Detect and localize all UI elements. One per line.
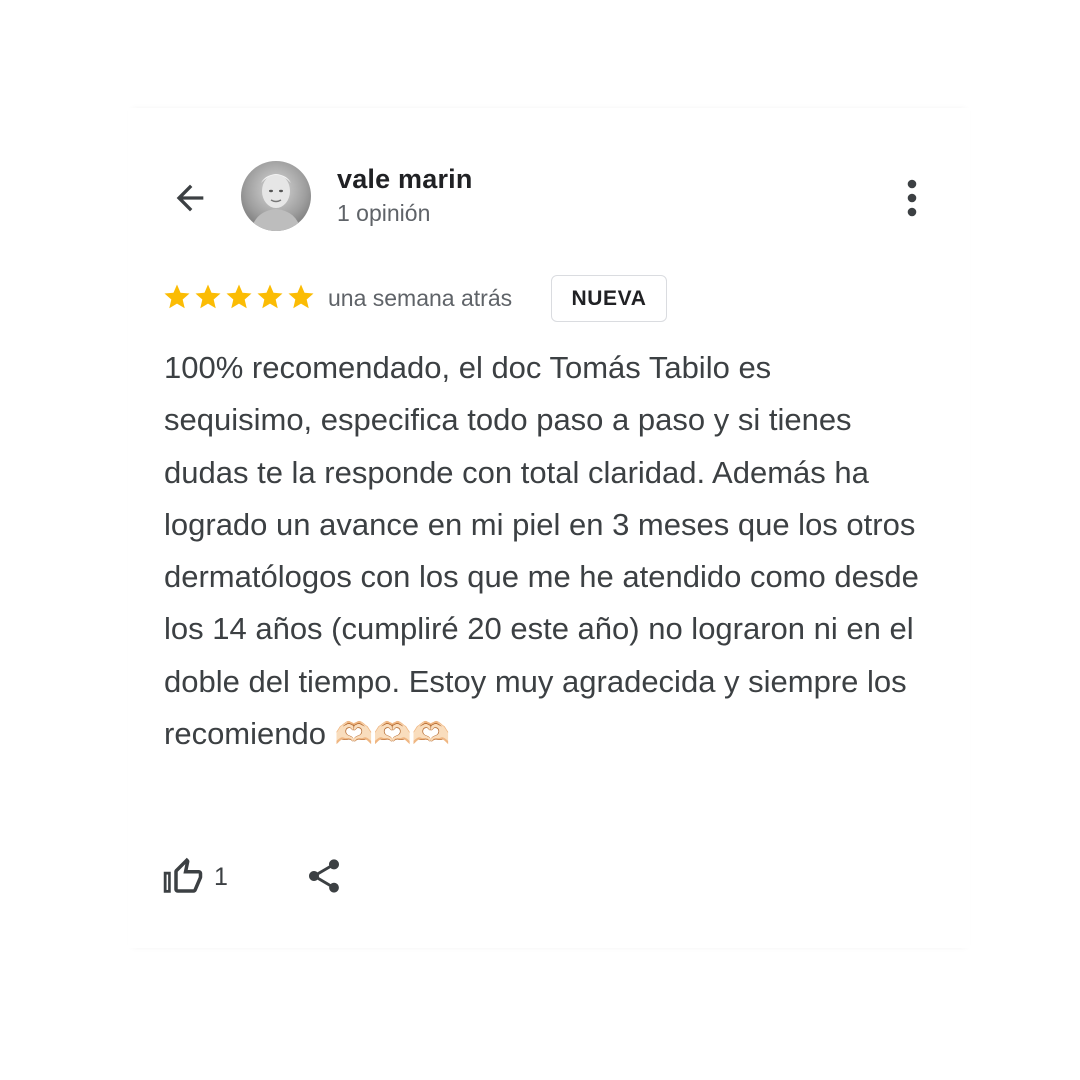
more-vertical-icon (907, 179, 917, 217)
share-button[interactable] (302, 854, 346, 898)
arrow-left-icon (176, 184, 204, 212)
new-badge: NUEVA (551, 275, 667, 322)
back-button[interactable] (168, 176, 212, 220)
review-count: 1 opinión (337, 200, 431, 226)
share-icon (309, 859, 339, 893)
reviewer-name[interactable]: vale marin (337, 164, 473, 195)
like-count: 1 (214, 862, 228, 891)
star-icon (257, 284, 283, 309)
star-icon (195, 284, 221, 309)
review-time: una semana atrás (328, 285, 513, 311)
avatar[interactable] (241, 161, 311, 231)
thumb-up-icon (163, 857, 203, 893)
like-button[interactable]: 1 (162, 852, 242, 902)
star-icon (164, 284, 190, 309)
star-rating (162, 282, 316, 312)
more-options-button[interactable] (892, 176, 932, 220)
star-icon (226, 284, 252, 309)
review-text: 100% recomendado, el doc Tomás Tabilo es… (164, 350, 919, 752)
star-icon (288, 284, 314, 309)
